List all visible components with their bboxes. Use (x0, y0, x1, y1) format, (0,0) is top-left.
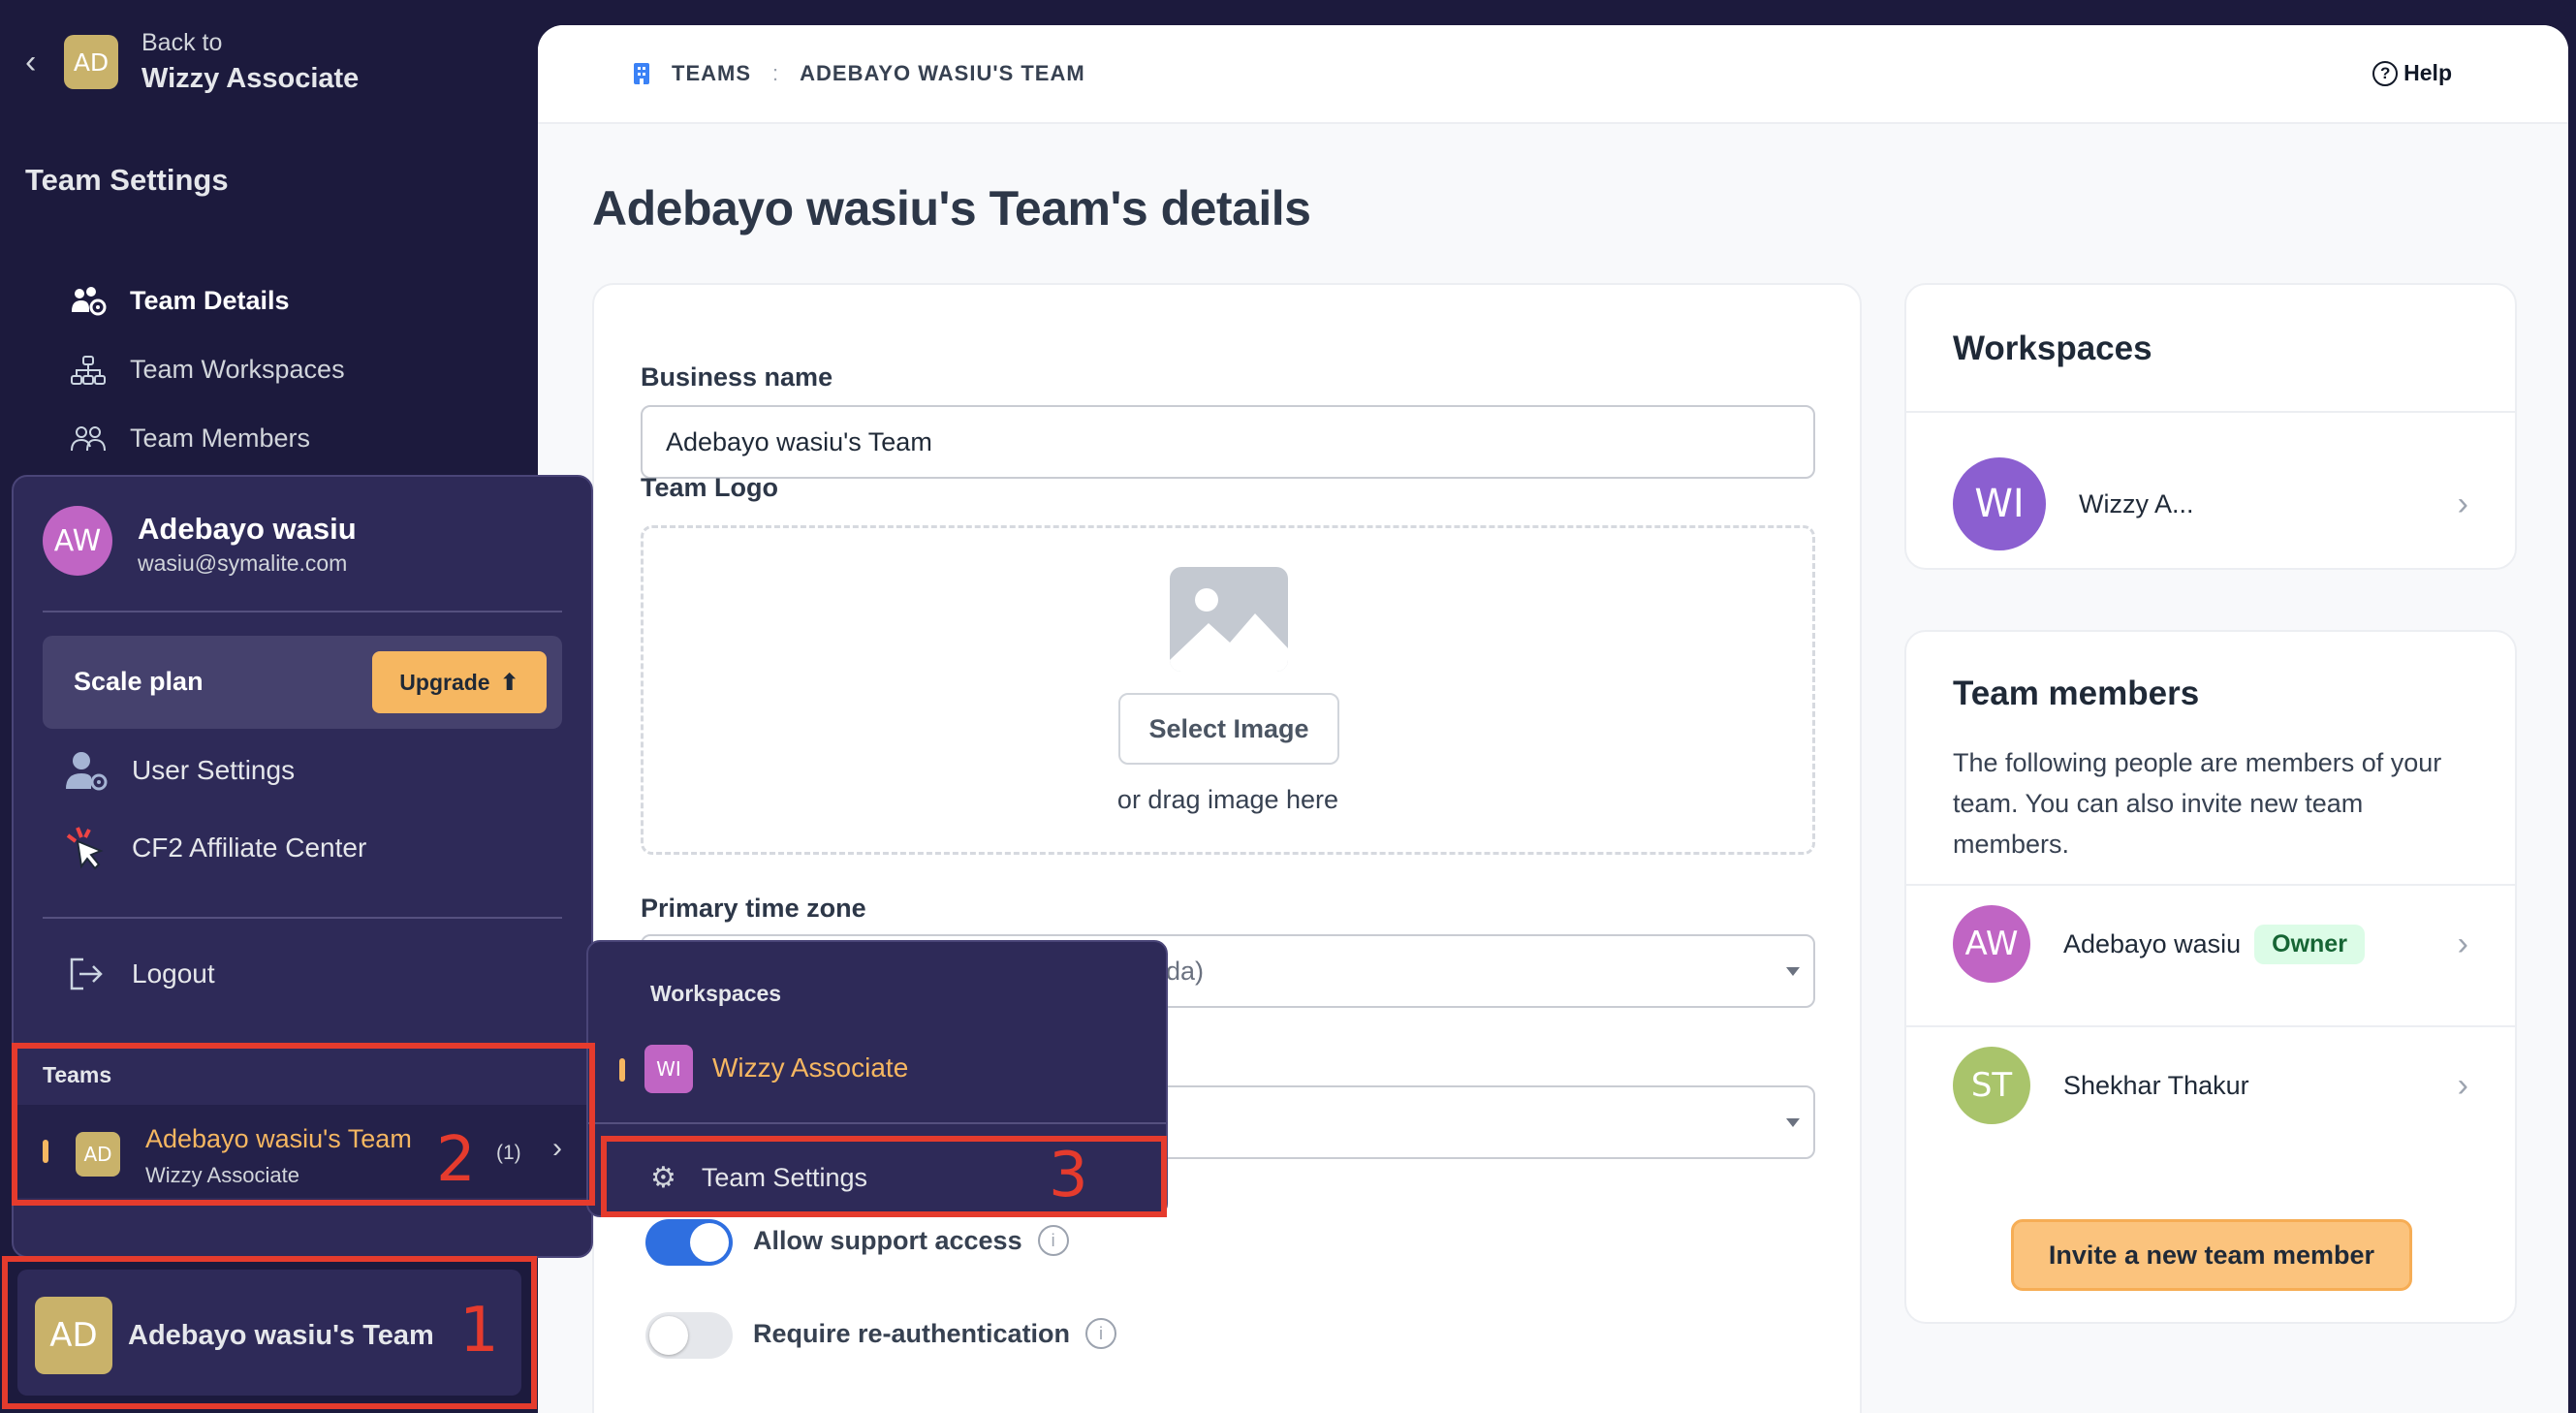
divider (1906, 411, 2515, 413)
back-avatar: AD (64, 35, 118, 89)
logout-item[interactable]: Logout (64, 952, 215, 996)
upgrade-button[interactable]: Upgrade ⬆ (372, 651, 547, 713)
workspaces-card: Workspaces WI Wizzy A... › (1904, 283, 2517, 570)
team-gear-icon (72, 286, 107, 315)
select-image-button[interactable]: Select Image (1118, 693, 1339, 765)
affiliate-center-item[interactable]: CF2 Affiliate Center (64, 826, 366, 870)
member-row[interactable]: ST Shekhar Thakur › (1953, 1037, 2468, 1134)
logo-dropzone[interactable]: Select Image or drag image here (641, 525, 1815, 855)
member-name: Adebayo wasiu (2063, 928, 2242, 958)
image-placeholder-icon (1170, 567, 1288, 672)
invite-member-button[interactable]: Invite a new team member (2011, 1219, 2412, 1291)
arrow-up-icon: ⬆ (499, 669, 519, 696)
divider (43, 917, 562, 919)
workspace-name: Wizzy A... (2079, 488, 2194, 518)
hierarchy-icon (71, 355, 106, 385)
building-icon (634, 63, 649, 84)
member-row[interactable]: AW Adebayo wasiu Owner › (1953, 895, 2468, 992)
user-email: wasiu@symalite.com (138, 550, 348, 576)
require-reauth-label: Require re-authentication (753, 1318, 1071, 1348)
team-logo-label: Team Logo (641, 473, 779, 502)
annotation-number-3: 3 (1049, 1140, 1088, 1211)
people-icon (71, 425, 106, 451)
logout-icon (70, 958, 103, 990)
question-icon: ? (2372, 60, 2399, 86)
caret-down-icon (1786, 967, 1800, 976)
workspace-item[interactable]: Wizzy Associate (712, 1052, 908, 1083)
help-button[interactable]: ? Help (2372, 60, 2452, 86)
member-avatar: AW (1953, 905, 2030, 983)
sidebar-title: Team Settings (25, 163, 229, 197)
help-label: Help (2403, 60, 2452, 85)
cursor-click-icon (66, 827, 104, 870)
allow-support-row: Allow support access i (753, 1225, 1069, 1256)
toggle-knob (690, 1223, 729, 1262)
workspaces-label: Workspaces (650, 981, 782, 1006)
active-indicator (619, 1058, 625, 1082)
breadcrumb-root[interactable]: TEAMS (672, 61, 751, 86)
plan-box: Scale plan Upgrade ⬆ (43, 636, 562, 729)
workspace-row[interactable]: WI Wizzy A... › (1953, 455, 2468, 552)
chevron-right-icon: › (2457, 1066, 2468, 1104)
toggle-knob (649, 1316, 688, 1355)
back-label: Back to (141, 29, 223, 56)
sidebar-item-team-members[interactable]: Team Members (70, 404, 345, 473)
timezone-value: da) (1166, 956, 1205, 986)
user-name: Adebayo wasiu (138, 512, 357, 546)
allow-support-label: Allow support access (753, 1225, 1022, 1255)
annotation-box-1 (2, 1256, 537, 1409)
user-settings-item[interactable]: User Settings (64, 748, 295, 793)
allow-support-toggle[interactable] (645, 1219, 733, 1266)
sidebar-item-label: Team Workspaces (130, 355, 345, 384)
back-target: Wizzy Associate (141, 63, 360, 94)
upgrade-label: Upgrade (399, 669, 490, 695)
user-gear-icon (66, 752, 108, 791)
divider (1906, 884, 2515, 886)
breadcrumb-current: ADEBAYO WASIU'S TEAM (800, 61, 1085, 85)
chevron-right-icon: › (2457, 485, 2468, 522)
team-members-title: Team members (1953, 675, 2200, 712)
plan-name: Scale plan (74, 667, 204, 696)
top-bar: TEAMS : ADEBAYO WASIU'S TEAM ? Help (538, 25, 2568, 124)
team-details-form: Business name Adebayo wasiu's Team Team … (592, 283, 1862, 1413)
back-link[interactable]: ‹ AD Back to Wizzy Associate (25, 29, 359, 95)
timezone-label: Primary time zone (641, 894, 866, 923)
workspace-avatar: WI (1953, 457, 2046, 550)
owner-badge: Owner (2254, 924, 2365, 964)
annotation-box-2 (12, 1043, 595, 1206)
annotation-number-2: 2 (436, 1124, 476, 1196)
member-avatar: ST (1953, 1047, 2030, 1124)
divider (588, 1122, 1166, 1124)
divider (1906, 1025, 2515, 1027)
chevron-left-icon: ‹ (25, 43, 37, 80)
logout-label: Logout (132, 958, 215, 989)
sidebar-item-label: Team Members (130, 424, 311, 453)
user-avatar: AW (43, 506, 112, 576)
require-reauth-row: Require re-authentication i (753, 1318, 1117, 1349)
annotation-number-1: 1 (459, 1295, 499, 1366)
info-icon[interactable]: i (1037, 1225, 1069, 1256)
divider (43, 611, 562, 612)
member-name: Shekhar Thakur (2063, 1070, 2249, 1100)
caret-down-icon (1786, 1118, 1800, 1127)
team-members-card: Team members The following people are me… (1904, 630, 2517, 1324)
drag-text: or drag image here (1116, 785, 1339, 814)
user-settings-label: User Settings (132, 755, 296, 785)
page-title: Adebayo wasiu's Team's details (592, 181, 1311, 236)
business-name-input[interactable]: Adebayo wasiu's Team (641, 405, 1815, 479)
workspace-avatar: WI (644, 1045, 693, 1093)
business-name-label: Business name (641, 362, 833, 392)
sidebar-item-label: Team Details (130, 286, 290, 315)
sidebar-item-team-workspaces[interactable]: Team Workspaces (70, 335, 345, 404)
require-reauth-toggle[interactable] (645, 1312, 733, 1359)
back-text: Back to Wizzy Associate (141, 29, 359, 95)
breadcrumb-separator: : (772, 61, 779, 85)
workspaces-title: Workspaces (1953, 330, 2152, 367)
info-icon[interactable]: i (1085, 1318, 1117, 1349)
sidebar-item-team-details[interactable]: Team Details (70, 267, 345, 335)
affiliate-center-label: CF2 Affiliate Center (132, 832, 367, 863)
chevron-right-icon: › (2457, 925, 2468, 962)
team-members-description: The following people are members of your… (1953, 748, 2442, 859)
sidebar-nav: Team Details Team Workspaces Team Member… (70, 267, 345, 473)
